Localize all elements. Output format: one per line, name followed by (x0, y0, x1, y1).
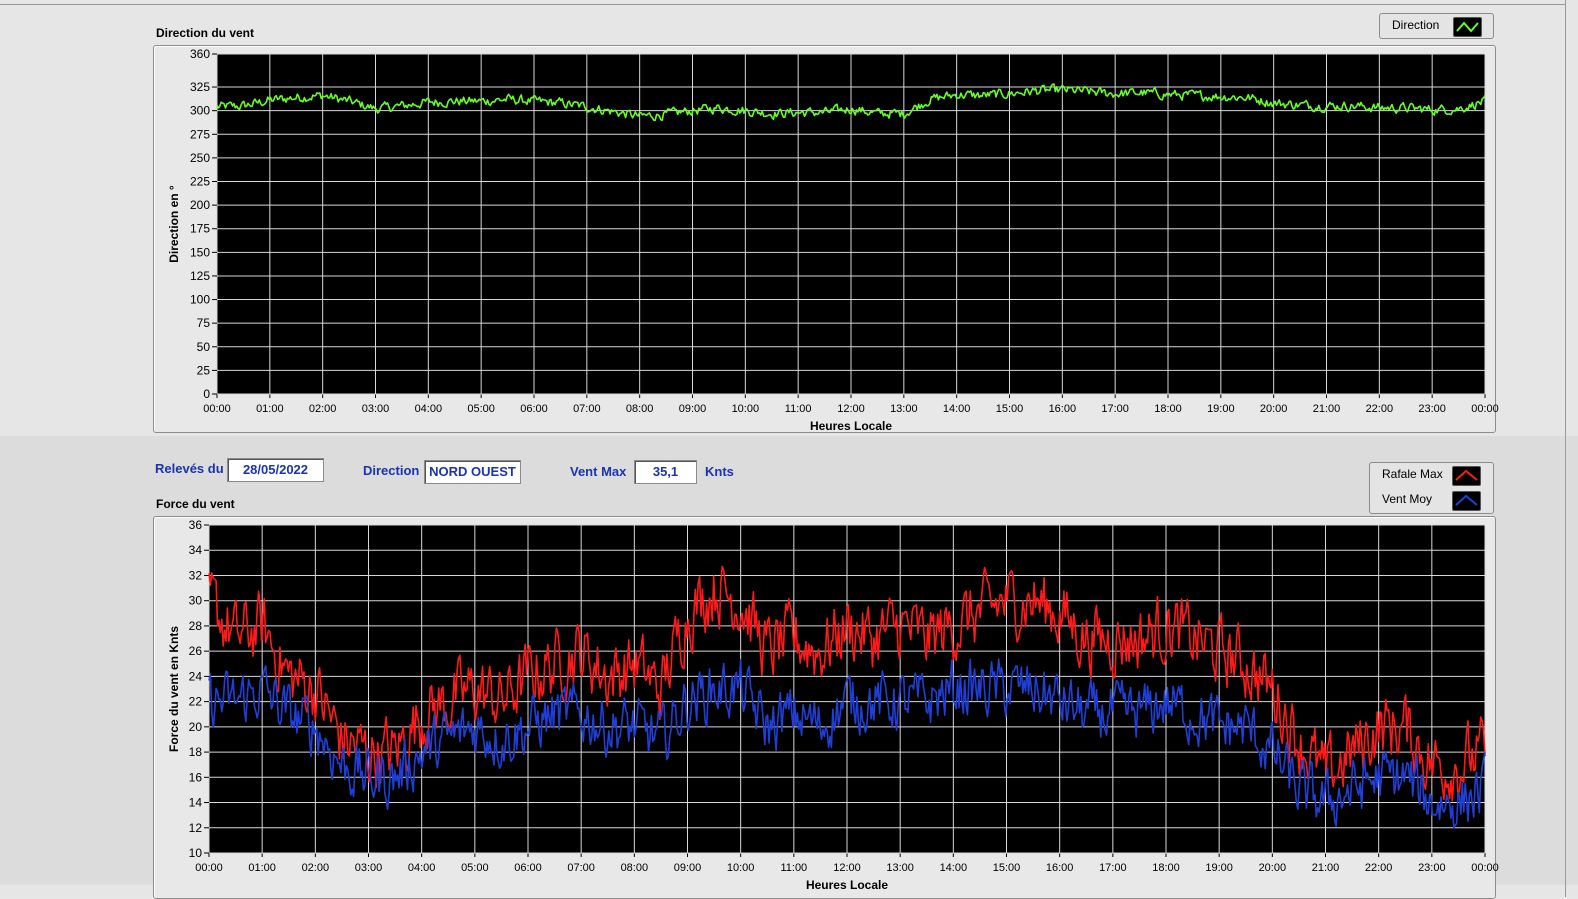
x-tick-label: 08:00 (621, 862, 649, 874)
x-tick-label: 06:00 (514, 862, 542, 874)
y-axis-label: Direction en ° (167, 185, 181, 263)
x-tick-label: 01:00 (248, 862, 276, 874)
x-tick-label: 22:00 (1366, 403, 1394, 415)
y-tick-direction: 325 (190, 80, 210, 94)
x-tick-label: 01:00 (256, 403, 284, 415)
x-tick-label: 17:00 (1101, 403, 1129, 415)
y-tick-direction: 300 (190, 104, 210, 118)
x-tick-label: 10:00 (727, 862, 755, 874)
y-tick-force: 32 (189, 568, 203, 582)
y-tick-force: 18 (189, 745, 203, 759)
y-tick-direction: 25 (197, 363, 211, 377)
y-tick-direction: 275 (190, 127, 210, 141)
x-tick-label: 07:00 (573, 403, 601, 415)
x-tick-label: 22:00 (1365, 862, 1393, 874)
x-tick-label: 14:00 (940, 862, 968, 874)
y-tick-force: 28 (189, 619, 203, 633)
x-tick-label: 11:00 (785, 403, 812, 415)
y-axis-label: Force du vent en Knts (167, 626, 181, 752)
y-tick-direction: 360 (190, 47, 210, 61)
y-tick-direction: 0 (203, 387, 210, 401)
x-tick-label: 02:00 (309, 403, 337, 415)
y-tick-direction: 100 (190, 293, 210, 307)
x-tick-label: 12:00 (837, 403, 865, 415)
x-tick-label: 20:00 (1260, 403, 1288, 415)
x-tick-label: 23:00 (1418, 862, 1446, 874)
y-tick-force: 12 (189, 821, 203, 835)
y-tick-direction: 50 (197, 340, 211, 354)
x-tick-label: 03:00 (355, 862, 383, 874)
x-tick-label: 03:00 (362, 403, 390, 415)
x-tick-label: 05:00 (467, 403, 495, 415)
y-tick-direction: 150 (190, 245, 210, 259)
x-tick-label: 20:00 (1259, 862, 1287, 874)
x-tick-label: 00:00 (1471, 862, 1499, 874)
y-tick-direction: 225 (190, 175, 210, 189)
x-tick-label: 16:00 (1049, 403, 1077, 415)
x-axis-label: Heures Locale (810, 419, 892, 433)
x-axis-label: Heures Locale (806, 878, 888, 892)
y-tick-force: 22 (189, 695, 203, 709)
y-tick-direction: 175 (190, 222, 210, 236)
x-tick-label: 00:00 (203, 403, 231, 415)
x-tick-label: 17:00 (1099, 862, 1127, 874)
x-tick-label: 23:00 (1418, 403, 1446, 415)
y-tick-force: 24 (189, 669, 203, 683)
y-tick-force: 16 (189, 770, 203, 784)
x-tick-label: 12:00 (833, 862, 861, 874)
x-tick-label: 18:00 (1154, 403, 1182, 415)
y-tick-force: 30 (189, 594, 203, 608)
x-tick-label: 14:00 (943, 403, 971, 415)
charts-svg: 00:00 01:00 02:00 03:00 04:00 05:00 06:00 07:00… (167, 47, 1499, 892)
x-tick-label: 21:00 (1313, 403, 1341, 415)
y-tick-force: 10 (189, 846, 203, 860)
x-tick-label: 11:00 (780, 862, 807, 874)
x-tick-label: 19:00 (1207, 403, 1235, 415)
x-tick-label: 02:00 (302, 862, 330, 874)
x-tick-label: 19:00 (1205, 862, 1233, 874)
y-tick-direction: 75 (197, 316, 211, 330)
x-tick-label: 13:00 (890, 403, 918, 415)
x-tick-label: 00:00 (1471, 403, 1499, 415)
y-tick-force: 36 (189, 518, 203, 532)
x-tick-label: 15:00 (993, 862, 1021, 874)
y-tick-force: 34 (189, 543, 203, 557)
x-tick-label: 00:00 (195, 862, 223, 874)
x-tick-label: 10:00 (732, 403, 760, 415)
x-tick-label: 05:00 (461, 862, 489, 874)
y-tick-direction: 250 (190, 151, 210, 165)
y-tick-force: 26 (189, 644, 203, 658)
x-tick-label: 15:00 (996, 403, 1024, 415)
y-tick-force: 20 (189, 720, 203, 734)
x-tick-label: 13:00 (886, 862, 914, 874)
x-tick-label: 16:00 (1046, 862, 1074, 874)
y-tick-direction: 125 (190, 269, 210, 283)
x-tick-label: 08:00 (626, 403, 654, 415)
x-tick-label: 09:00 (674, 862, 702, 874)
x-tick-label: 04:00 (415, 403, 443, 415)
x-tick-label: 09:00 (679, 403, 707, 415)
x-tick-label: 18:00 (1152, 862, 1180, 874)
x-tick-label: 07:00 (567, 862, 595, 874)
y-tick-force: 14 (189, 796, 203, 810)
x-tick-label: 04:00 (408, 862, 436, 874)
x-tick-label: 21:00 (1312, 862, 1340, 874)
x-tick-label: 06:00 (520, 403, 548, 415)
y-tick-direction: 200 (190, 198, 210, 212)
